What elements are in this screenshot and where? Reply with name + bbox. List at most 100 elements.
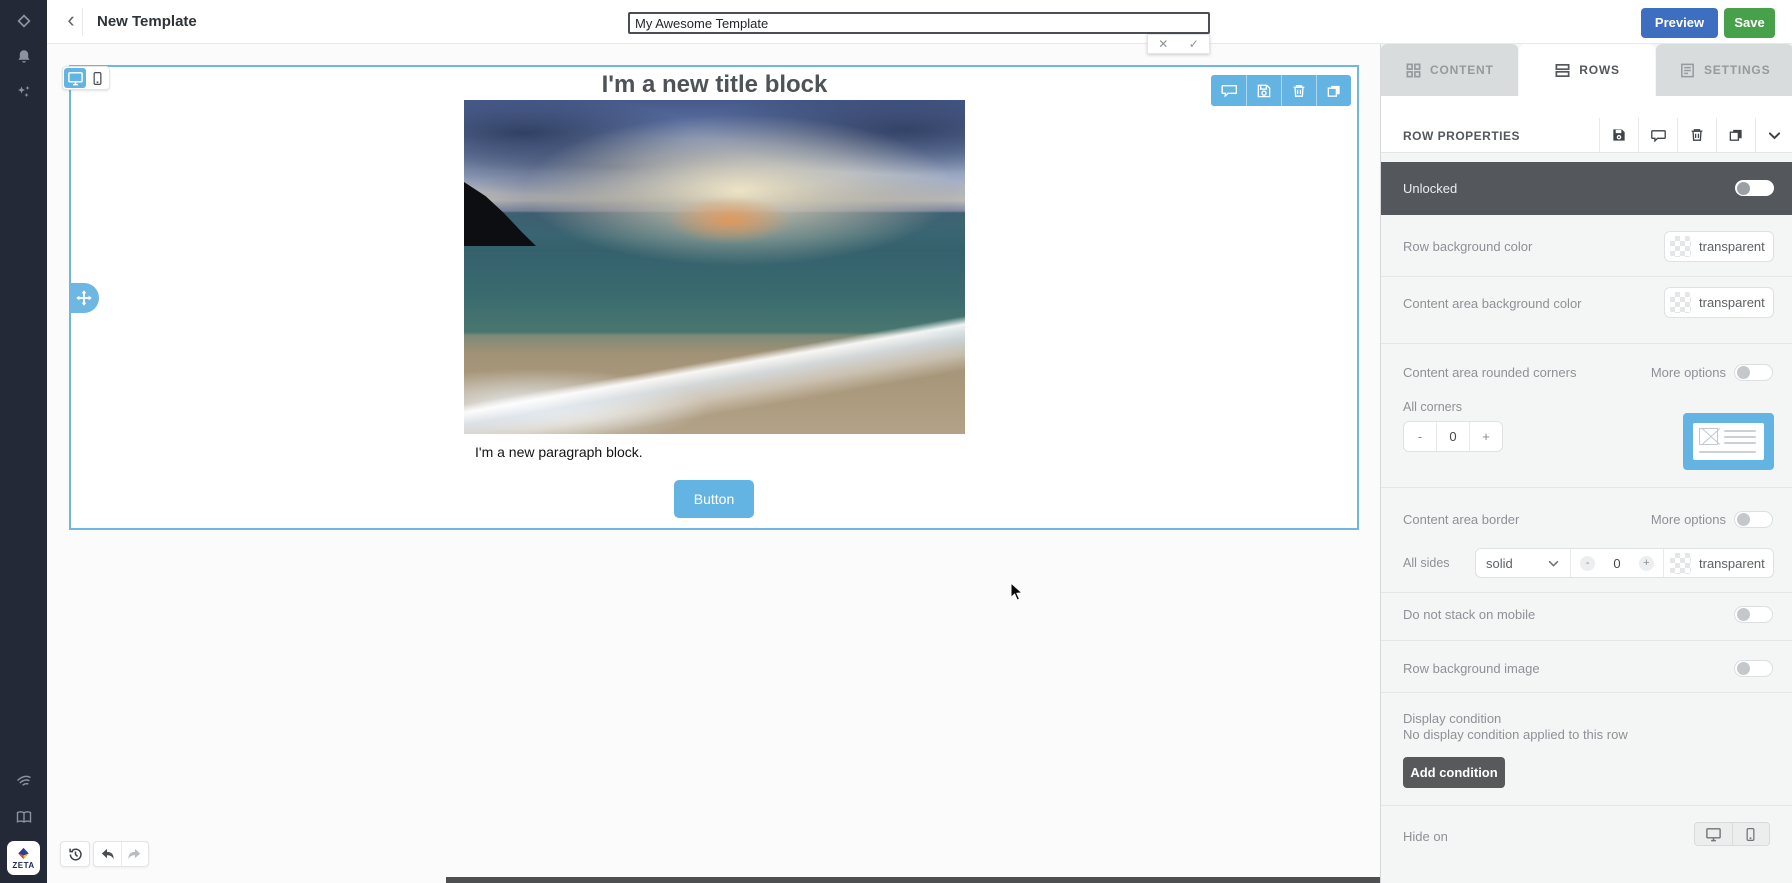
panel-tabs: CONTENT ROWS SETTINGS xyxy=(1381,44,1792,96)
border-more-options-toggle[interactable] xyxy=(1734,511,1773,528)
desktop-view-button[interactable] xyxy=(64,68,86,88)
button-block[interactable]: Button xyxy=(674,480,754,518)
app-sidebar: ZETA xyxy=(0,0,47,883)
history-button[interactable] xyxy=(60,841,90,867)
image-placeholder-icon xyxy=(1699,428,1718,445)
mobile-view-button[interactable] xyxy=(86,68,108,88)
hide-on-mobile-button[interactable] xyxy=(1732,823,1770,845)
row-delete-button[interactable] xyxy=(1281,75,1316,106)
top-header: ‹ New Template ✕ ✓ Preview Save xyxy=(47,0,1792,44)
back-button[interactable]: ‹ xyxy=(57,7,85,35)
border-width-value: 0 xyxy=(1613,556,1620,571)
border-width-stepper: - 0 + xyxy=(1570,549,1663,577)
decrease-button[interactable]: - xyxy=(1580,556,1595,571)
hide-on-label: Hide on xyxy=(1403,829,1448,844)
comment-row-button[interactable] xyxy=(1638,118,1677,152)
desktop-icon xyxy=(67,70,84,87)
border-color-chip[interactable]: transparent xyxy=(1663,549,1773,577)
paragraph-block[interactable]: I'm a new paragraph block. xyxy=(475,444,643,460)
row-save-button[interactable] xyxy=(1246,75,1281,106)
row-action-toolbar xyxy=(1211,75,1351,106)
duplicate-row-button[interactable] xyxy=(1716,118,1755,152)
redo-button[interactable] xyxy=(121,842,149,866)
page-title: New Template xyxy=(97,13,197,30)
tabbar-underlay xyxy=(1381,96,1792,118)
tab-content[interactable]: CONTENT xyxy=(1381,44,1518,96)
notifications-bell-icon[interactable] xyxy=(15,48,33,66)
hide-on-group xyxy=(1694,822,1770,846)
content-bg-color-chip[interactable]: transparent xyxy=(1664,287,1774,318)
lock-toggle[interactable] xyxy=(1735,180,1774,196)
row-duplicate-button[interactable] xyxy=(1316,75,1351,106)
trash-icon xyxy=(1291,83,1307,99)
zeta-logo[interactable]: ZETA xyxy=(7,841,40,875)
history-icon xyxy=(67,846,84,863)
border-controls-group: solid - 0 + transparent xyxy=(1475,548,1774,578)
section-divider xyxy=(1381,487,1792,488)
copy-icon xyxy=(1326,83,1342,99)
row-properties-title: ROW PROPERTIES xyxy=(1403,129,1520,143)
row-bg-image-toggle[interactable] xyxy=(1734,660,1773,677)
border-style-select[interactable]: solid xyxy=(1476,549,1570,577)
lock-state-bar: Unlocked xyxy=(1381,162,1792,215)
stack-mobile-toggle[interactable] xyxy=(1734,606,1773,623)
increase-button[interactable]: + xyxy=(1639,556,1654,571)
rounded-corners-label: Content area rounded corners xyxy=(1403,365,1576,380)
content-bg-color-label: Content area background color xyxy=(1403,296,1582,311)
add-condition-button[interactable]: Add condition xyxy=(1403,757,1505,788)
brand-diamond-icon[interactable] xyxy=(15,12,33,30)
transparent-swatch xyxy=(1670,553,1691,574)
signal-icon[interactable] xyxy=(15,770,33,788)
cancel-icon[interactable]: ✕ xyxy=(1148,35,1179,53)
header-divider xyxy=(82,8,83,36)
rounded-more-options-toggle[interactable] xyxy=(1734,364,1773,381)
docs-book-icon[interactable] xyxy=(15,808,33,826)
row-style-preview xyxy=(1683,413,1774,470)
undo-icon xyxy=(99,846,116,863)
section-divider xyxy=(1381,592,1792,593)
all-sides-label: All sides xyxy=(1403,556,1450,570)
row-bg-image-label: Row background image xyxy=(1403,661,1540,676)
row-bg-color-value: transparent xyxy=(1699,239,1765,254)
chevron-down-icon xyxy=(1547,557,1560,570)
comment-icon xyxy=(1650,127,1667,144)
title-block[interactable]: I'm a new title block xyxy=(464,71,965,99)
comment-icon xyxy=(1220,82,1237,99)
border-style-value: solid xyxy=(1486,556,1513,571)
hide-on-desktop-button[interactable] xyxy=(1695,823,1732,845)
cliff-silhouette xyxy=(464,182,536,246)
sparkles-icon[interactable] xyxy=(15,83,33,101)
zeta-logo-text: ZETA xyxy=(12,861,34,870)
email-template-editor: ZETA ‹ New Template ✕ ✓ Preview Save xyxy=(0,0,1792,883)
rounded-more-options-label: More options xyxy=(1591,365,1726,380)
properties-panel: CONTENT ROWS SETTINGS ROW PROPERTIES xyxy=(1380,0,1792,883)
increase-button[interactable]: + xyxy=(1469,422,1502,451)
corner-radius-stepper: - 0 + xyxy=(1403,421,1503,452)
tab-settings-label: SETTINGS xyxy=(1704,63,1770,77)
confirm-icon[interactable]: ✓ xyxy=(1179,35,1210,53)
zeta-diamond-icon xyxy=(16,847,31,860)
corner-radius-value: 0 xyxy=(1436,422,1469,451)
rows-icon xyxy=(1554,62,1571,79)
chevron-down-icon xyxy=(1767,128,1782,143)
save-button[interactable]: Save xyxy=(1724,8,1775,38)
row-bg-color-chip[interactable]: transparent xyxy=(1664,231,1774,262)
preview-button[interactable]: Preview xyxy=(1641,8,1718,38)
tab-settings[interactable]: SETTINGS xyxy=(1656,44,1792,96)
undo-button[interactable] xyxy=(94,842,121,866)
all-corners-label: All corners xyxy=(1403,400,1462,414)
row-comment-button[interactable] xyxy=(1211,75,1246,106)
collapse-panel-button[interactable] xyxy=(1755,118,1792,152)
tab-rows[interactable]: ROWS xyxy=(1519,44,1656,96)
template-name-input[interactable] xyxy=(628,12,1210,34)
save-icon xyxy=(1256,83,1272,99)
save-row-button[interactable] xyxy=(1599,118,1638,152)
row-drag-handle[interactable] xyxy=(69,283,99,313)
editor-canvas: I'm a new title block I'm a new paragrap… xyxy=(47,44,1380,883)
settings-doc-icon xyxy=(1679,62,1696,79)
beach-image-block[interactable] xyxy=(464,100,965,434)
delete-row-button[interactable] xyxy=(1677,118,1716,152)
move-icon xyxy=(75,289,93,307)
section-divider xyxy=(1381,805,1792,806)
decrease-button[interactable]: - xyxy=(1404,422,1436,451)
